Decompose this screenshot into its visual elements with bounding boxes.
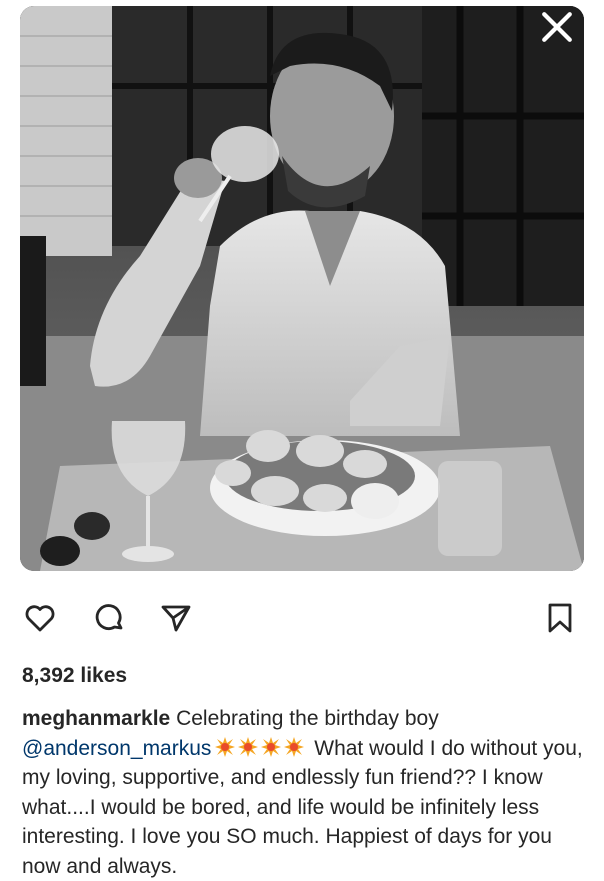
close-icon	[542, 12, 572, 42]
post-photo-graphic	[20, 6, 584, 571]
post-photo[interactable]	[20, 6, 584, 571]
collision-emoji-group	[214, 736, 305, 758]
comment-icon	[95, 604, 123, 630]
share-button[interactable]	[154, 596, 198, 640]
comment-button[interactable]	[88, 596, 132, 640]
heart-icon	[25, 605, 55, 632]
like-count[interactable]: 8,392 likes	[22, 664, 127, 688]
save-button[interactable]	[538, 596, 582, 640]
bookmark-icon	[548, 603, 572, 633]
collision-emoji	[284, 736, 305, 757]
post-caption: meghanmarkle Celebrating the birthday bo…	[22, 704, 592, 881]
caption-mention[interactable]: @anderson_markus	[22, 737, 211, 760]
caption-text: Celebrating the birthday boy	[170, 707, 439, 730]
caption-username[interactable]: meghanmarkle	[22, 707, 170, 730]
collision-emoji	[215, 736, 236, 757]
like-button[interactable]	[18, 596, 62, 640]
close-button[interactable]	[540, 10, 574, 44]
collision-emoji	[261, 736, 282, 757]
collision-emoji	[238, 736, 259, 757]
post-actions	[0, 596, 604, 642]
send-icon	[161, 605, 191, 632]
